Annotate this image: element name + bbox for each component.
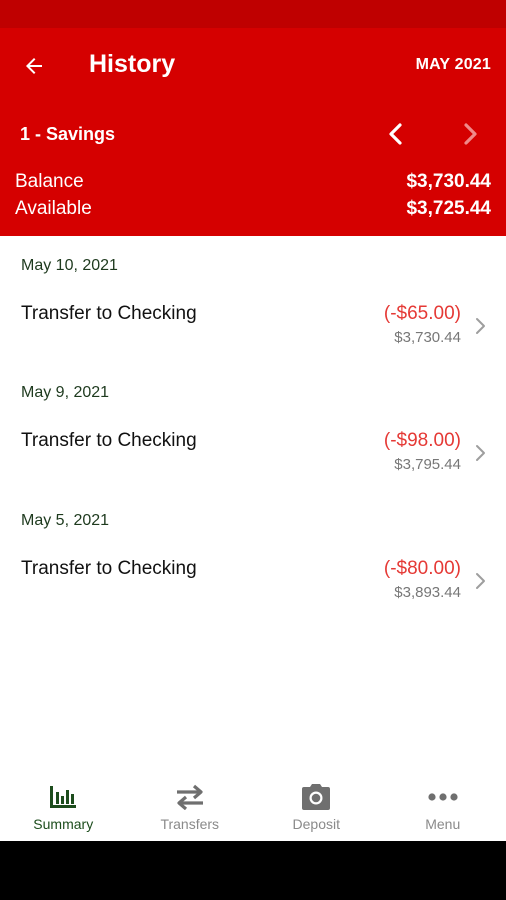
month-selector[interactable]: MAY 2021 (416, 56, 491, 74)
transfer-arrows-icon (173, 782, 207, 812)
status-bar (0, 0, 506, 28)
chevron-right-icon (470, 311, 490, 341)
transaction-row[interactable]: Transfer to Checking (-$65.00) $3,730.44 (0, 303, 506, 367)
balance-value: $3,730.44 (406, 171, 491, 192)
available-row: Available $3,725.44 (15, 198, 491, 220)
account-name[interactable]: 1 - Savings (20, 124, 115, 145)
transaction-amount: (-$65.00) (383, 303, 461, 324)
transaction-balance: $3,795.44 (394, 456, 461, 473)
nav-transfers[interactable]: Transfers (127, 770, 254, 841)
transaction-description: Transfer to Checking (21, 558, 197, 579)
nav-deposit-label: Deposit (292, 816, 340, 832)
more-horizontal-icon (426, 782, 460, 812)
transaction-amount: (-$80.00) (383, 558, 461, 579)
nav-deposit[interactable]: Deposit (253, 770, 380, 841)
transaction-row[interactable]: Transfer to Checking (-$80.00) $3,893.44 (0, 558, 506, 622)
transaction-balance: $3,730.44 (394, 329, 461, 346)
camera-icon (299, 782, 333, 812)
chevron-right-icon (470, 438, 490, 468)
previous-account-button[interactable] (380, 118, 412, 150)
date-header: May 5, 2021 (21, 512, 110, 529)
app-header: History MAY 2021 1 - Savings Balance $3,… (0, 28, 506, 236)
arrow-left-icon (26, 58, 42, 74)
nav-summary[interactable]: Summary (0, 770, 127, 841)
available-label: Available (15, 198, 92, 219)
chevron-right-icon (470, 566, 490, 596)
date-header: May 9, 2021 (21, 384, 110, 401)
page-title: History (89, 50, 176, 78)
chevron-left-icon (389, 123, 402, 145)
nav-menu[interactable]: Menu (380, 770, 506, 841)
balance-row: Balance $3,730.44 (15, 171, 491, 193)
nav-summary-label: Summary (33, 816, 94, 832)
transaction-row[interactable]: Transfer to Checking (-$98.00) $3,795.44 (0, 430, 506, 494)
bottom-navigation: Summary Transfers Deposit Menu (0, 770, 506, 841)
transaction-balance: $3,893.44 (394, 584, 461, 601)
transaction-amount: (-$98.00) (383, 430, 461, 451)
transaction-description: Transfer to Checking (21, 303, 197, 324)
available-value: $3,725.44 (406, 198, 491, 219)
bar-chart-icon (46, 782, 80, 812)
date-header: May 10, 2021 (21, 257, 118, 274)
nav-transfers-label: Transfers (160, 816, 220, 832)
next-account-button[interactable] (454, 118, 486, 150)
balance-label: Balance (15, 171, 84, 192)
system-navigation-bar (0, 841, 506, 900)
nav-menu-label: Menu (425, 816, 461, 832)
chevron-right-icon (464, 123, 477, 145)
transaction-description: Transfer to Checking (21, 430, 197, 451)
back-button[interactable] (14, 48, 54, 84)
